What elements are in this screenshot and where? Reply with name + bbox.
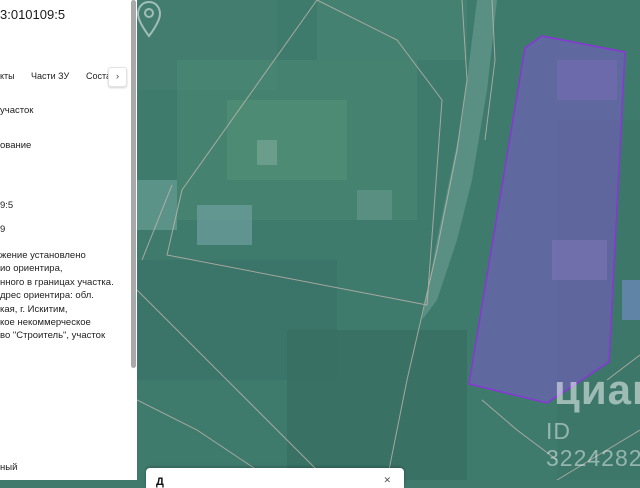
bottom-card-label: Д [156,476,164,488]
address-line: кая, г. Искитим, [0,303,68,315]
usage-value: ование [0,140,32,151]
close-icon[interactable]: ✕ [383,475,391,486]
tabs-next-button[interactable]: › [108,67,127,87]
cian-logo-icon [137,0,161,38]
watermark-id: ID 322428233 [546,418,640,471]
address-line: ио ориентира, [0,263,63,275]
address-line: во "Строитель", участок [0,330,106,342]
cadastral-number-title: 3:010109:5 [0,7,66,22]
tab-objects[interactable]: кты [0,71,15,81]
address-line: жение установлено [0,250,86,261]
object-type-value: участок [0,105,34,116]
watermark-brand: циан [554,366,640,413]
quarter-value: 9 [0,224,6,235]
info-panel: 3:010109:5 кты Части ЗУ Соста › участок … [0,0,137,480]
info-tabs: кты Части ЗУ Соста › [0,67,130,87]
tab-parcel-parts[interactable]: Части ЗУ [31,71,69,81]
bottom-card[interactable]: Д ✕ [146,468,404,488]
panel-scrollbar[interactable] [131,0,136,368]
address-line: дрес ориентира: обл. [0,290,94,302]
address-line: нного в границах участка. [0,276,114,288]
chevron-right-icon: › [116,71,119,81]
number-value: 9:5 [0,200,14,211]
satellite-map[interactable]: циан ID 322428233 [137,0,640,480]
status-value: ный [0,462,18,473]
address-text: жение установлено ио ориентира, нного в … [0,249,114,343]
address-line: кое некоммерческое [0,317,91,329]
